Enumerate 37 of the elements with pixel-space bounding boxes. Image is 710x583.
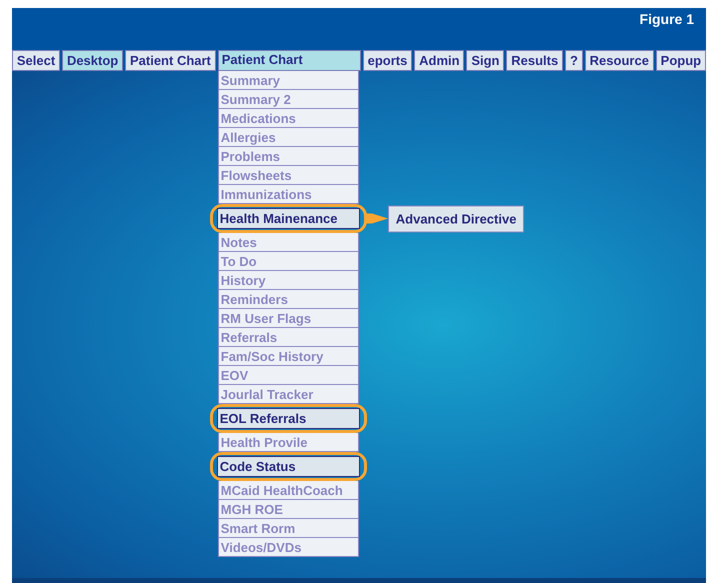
- menu-bar-item[interactable]: Sign: [466, 50, 504, 71]
- menu-item[interactable]: To Do: [218, 252, 359, 271]
- menu-item[interactable]: MCaid HealthCoach: [218, 481, 359, 500]
- menu-bar-item[interactable]: Select: [12, 50, 60, 71]
- menu-bar-item[interactable]: Patient Chart: [218, 50, 361, 71]
- menu-item[interactable]: Videos/DVDs: [218, 538, 359, 557]
- menu-item[interactable]: RM User Flags: [218, 309, 359, 328]
- menu-item[interactable]: Immunizations: [218, 185, 359, 204]
- menu-bar-item[interactable]: Desktop: [62, 50, 124, 71]
- menu-bar-item[interactable]: Popup: [656, 50, 706, 71]
- menu-item[interactable]: Smart Rorm: [218, 519, 359, 538]
- menu-item[interactable]: Flowsheets: [218, 166, 359, 185]
- menu-item[interactable]: Health Mainenance: [216, 208, 360, 229]
- submenu-item[interactable]: Advanced Directive: [388, 205, 524, 232]
- menu-item[interactable]: Problems: [218, 147, 359, 166]
- menu-bar-item[interactable]: ?: [565, 50, 583, 71]
- menu-item[interactable]: History: [218, 271, 359, 290]
- menu-item[interactable]: MGH ROE: [218, 500, 359, 519]
- menu-item[interactable]: Fam/Soc History: [218, 347, 359, 366]
- menu-item[interactable]: Medications: [218, 109, 359, 128]
- menu-item[interactable]: Referrals: [218, 328, 359, 347]
- menu-item[interactable]: Health Provile: [218, 433, 359, 452]
- menu-item[interactable]: Code Status: [216, 456, 360, 477]
- menu-bar-item[interactable]: eports: [362, 50, 412, 71]
- menu-item[interactable]: Jourlal Tracker: [218, 385, 359, 404]
- menu-item[interactable]: Allergies: [218, 128, 359, 147]
- menu-item[interactable]: Notes: [218, 233, 359, 252]
- menu-bar-item[interactable]: Patient Chart: [125, 50, 216, 71]
- menu-bar-item[interactable]: Admin: [414, 50, 464, 71]
- menu-item[interactable]: EOL Referrals: [216, 408, 360, 429]
- menu-bar-item[interactable]: Resource: [584, 50, 654, 71]
- menu-item[interactable]: Summary: [218, 71, 359, 90]
- menu-item[interactable]: EOV: [218, 366, 359, 385]
- menu-item[interactable]: Reminders: [218, 290, 359, 309]
- menu-bar-item[interactable]: Results: [506, 50, 564, 71]
- menu-item[interactable]: Summary 2: [218, 90, 359, 109]
- figure-label: Figure 1: [640, 11, 694, 27]
